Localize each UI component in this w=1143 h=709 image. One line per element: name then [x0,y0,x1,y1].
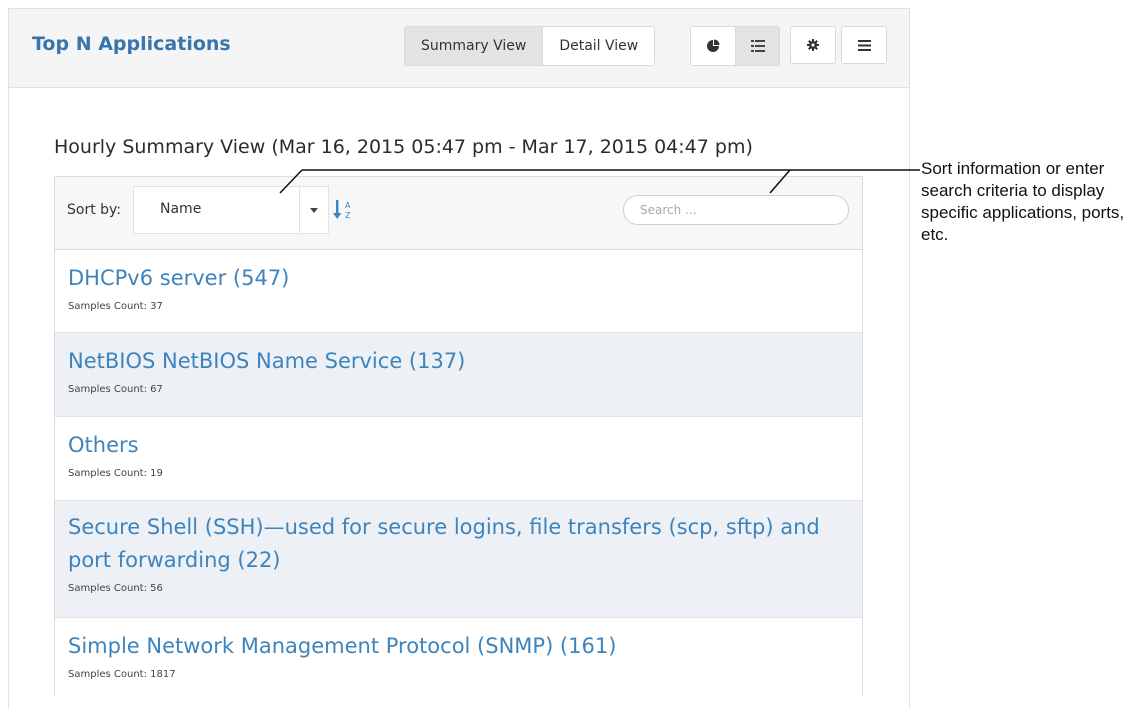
menu-button[interactable] [841,26,887,64]
application-name[interactable]: DHCPv6 server (547) [68,262,862,295]
panel-title: Top N Applications [32,33,231,55]
summary-view-button[interactable]: Summary View [405,27,543,65]
svg-text:A: A [345,201,351,210]
sort-alpha-asc-icon: A Z [333,200,351,220]
samples-count: Samples Count: 37 [68,301,163,312]
list-icon [750,40,765,52]
gear-icon [807,39,819,51]
view-toggle-group: Summary View Detail View [404,26,656,66]
list-item[interactable]: Secure Shell (SSH)—used for secure login… [55,501,862,618]
sort-by-label: Sort by: [67,202,122,218]
application-name[interactable]: Others [68,429,862,462]
chart-type-toggle-group [690,26,780,66]
summary-heading: Hourly Summary View (Mar 16, 2015 05:47 … [54,136,753,158]
menu-icon [857,39,871,51]
search-input[interactable] [623,195,849,225]
application-list: Sort by: Name A Z DHCPv6 server (547) Sa… [54,176,863,696]
sort-direction-button[interactable]: A Z [333,199,355,225]
panel-header: Top N Applications Summary View Detail V… [9,9,909,88]
samples-count: Samples Count: 19 [68,468,163,479]
application-name[interactable]: Secure Shell (SSH)—used for secure login… [68,511,828,577]
samples-count: Samples Count: 67 [68,384,163,395]
list-item[interactable]: DHCPv6 server (547) Samples Count: 37 [55,250,862,333]
list-item[interactable]: Simple Network Management Protocol (SNMP… [55,618,862,698]
callout-leader-line [279,169,920,194]
pie-chart-button[interactable] [691,27,735,65]
svg-text:Z: Z [345,211,351,220]
sort-by-value: Name [160,201,202,217]
samples-count: Samples Count: 56 [68,583,163,594]
pie-chart-icon [707,39,720,52]
detail-view-button[interactable]: Detail View [542,27,655,65]
list-item[interactable]: NetBIOS NetBIOS Name Service (137) Sampl… [55,333,862,417]
application-name[interactable]: Simple Network Management Protocol (SNMP… [68,630,862,663]
settings-button[interactable] [790,26,836,64]
samples-count: Samples Count: 1817 [68,669,176,680]
list-item[interactable]: Others Samples Count: 19 [55,417,862,501]
list-view-button[interactable] [735,27,779,65]
caret-down-icon [310,207,318,213]
application-name[interactable]: NetBIOS NetBIOS Name Service (137) [68,345,862,378]
callout-annotation: Sort information or enter search criteri… [921,159,1125,244]
